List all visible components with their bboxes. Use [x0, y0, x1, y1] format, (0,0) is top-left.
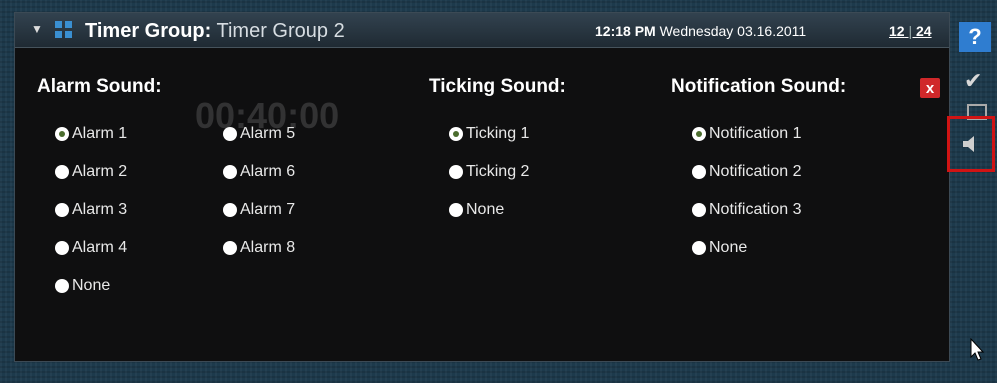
clock-time: 12:18 PM	[595, 23, 656, 39]
alarm-sound-heading: Alarm Sound:	[37, 76, 162, 97]
sound-settings-button[interactable]	[947, 116, 995, 172]
option-label: Alarm 3	[72, 201, 128, 218]
option-label: None	[709, 239, 748, 256]
help-button[interactable]: ?	[959, 22, 991, 52]
grid-icon	[55, 21, 73, 39]
notification-option-2[interactable]: Notification 2	[692, 161, 802, 183]
alarm-option-8[interactable]: Alarm 8	[223, 237, 295, 259]
alarm-option-2[interactable]: Alarm 2	[55, 161, 127, 183]
option-label: Alarm 5	[240, 125, 296, 142]
timer-group-name: Timer Group 2	[216, 20, 345, 42]
option-label: Alarm 2	[72, 163, 128, 180]
option-label: Alarm 1	[72, 125, 128, 142]
time-format-toggle: 12 | 24	[889, 23, 932, 39]
radio-icon	[223, 203, 237, 217]
radio-icon	[223, 127, 237, 141]
radio-selected-icon	[449, 127, 463, 141]
option-label: Alarm 4	[72, 239, 128, 256]
alarm-option-6[interactable]: Alarm 6	[223, 161, 295, 183]
radio-icon	[55, 165, 69, 179]
close-icon: x	[925, 79, 935, 97]
ticking-option-1[interactable]: Ticking 1	[449, 123, 529, 145]
option-label: Notification 3	[709, 201, 802, 218]
notification-option-3[interactable]: Notification 3	[692, 199, 802, 221]
radio-icon	[223, 241, 237, 255]
notification-sound-heading: Notification Sound:	[671, 76, 847, 97]
alarm-option-none[interactable]: None	[55, 275, 110, 297]
notification-option-none[interactable]: None	[692, 237, 747, 259]
alarm-option-4[interactable]: Alarm 4	[55, 237, 127, 259]
alarm-option-5[interactable]: Alarm 5	[223, 123, 295, 145]
option-label: None	[72, 277, 111, 294]
mouse-cursor-icon	[970, 338, 985, 361]
sound-settings-panel: 00:40:00 Alarm Sound: Ticking Sound: Not…	[15, 47, 949, 361]
radio-icon	[692, 241, 706, 255]
radio-icon	[55, 279, 69, 293]
option-label: None	[466, 201, 505, 218]
checkmark-icon[interactable]: ✔	[964, 68, 982, 94]
option-label: Alarm 6	[240, 163, 296, 180]
speaker-icon	[963, 136, 974, 152]
radio-icon	[55, 241, 69, 255]
radio-icon	[55, 203, 69, 217]
title-label: Timer Group:	[85, 20, 212, 42]
radio-icon	[692, 165, 706, 179]
notification-option-1[interactable]: Notification 1	[692, 123, 802, 145]
option-label: Notification 1	[709, 125, 802, 142]
window-title: Timer Group: Timer Group 2	[85, 20, 345, 43]
alarm-option-7[interactable]: Alarm 7	[223, 199, 295, 221]
close-button[interactable]: x	[920, 78, 940, 98]
option-label: Alarm 7	[240, 201, 296, 218]
timer-group-window: ▼ Timer Group: Timer Group 2 12:18 PM We…	[14, 12, 950, 362]
help-icon: ?	[968, 24, 982, 49]
ticking-sound-heading: Ticking Sound:	[429, 76, 566, 97]
option-label: Ticking 2	[466, 163, 530, 180]
clock-date: Wednesday 03.16.2011	[659, 23, 807, 39]
radio-icon	[449, 203, 463, 217]
format-12-link[interactable]: 12	[889, 23, 905, 39]
right-toolbar: ? ✔	[947, 12, 995, 362]
option-label: Alarm 8	[240, 239, 296, 256]
ticking-option-2[interactable]: Ticking 2	[449, 161, 529, 183]
radio-selected-icon	[55, 127, 69, 141]
radio-icon	[223, 165, 237, 179]
clock: 12:18 PM Wednesday 03.16.2011	[595, 23, 806, 39]
alarm-option-3[interactable]: Alarm 3	[55, 199, 127, 221]
chevron-down-icon[interactable]: ▼	[31, 22, 43, 36]
alarm-option-1[interactable]: Alarm 1	[55, 123, 127, 145]
radio-selected-icon	[692, 127, 706, 141]
ticking-option-none[interactable]: None	[449, 199, 504, 221]
radio-icon	[692, 203, 706, 217]
option-label: Notification 2	[709, 163, 802, 180]
format-24-link[interactable]: 24	[916, 23, 932, 39]
option-label: Ticking 1	[466, 125, 530, 142]
radio-icon	[449, 165, 463, 179]
titlebar: ▼ Timer Group: Timer Group 2 12:18 PM We…	[15, 13, 949, 48]
